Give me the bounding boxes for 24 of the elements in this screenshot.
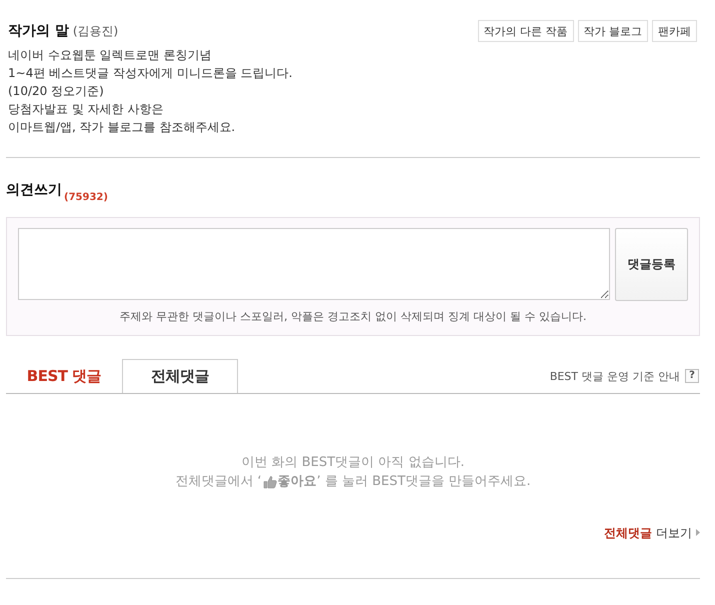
empty-message: 전체댓글에서 ‘ (175, 473, 262, 491)
comment-field[interactable] (18, 228, 610, 300)
section-title: 작가의 말 (8, 22, 69, 40)
section-title: 의견쓰기 (6, 181, 62, 199)
comment-count: (75932) (64, 192, 108, 204)
notice-text: 주제와 무관한 댓글이나 스포일러, 악플은 경고조치 없이 삭제되며 징계 대상이 될 수 있습니다. (118, 309, 588, 325)
note-line: 네이버 수요웹툰 일렉트로맨 론칭기념 (8, 47, 212, 64)
submit-button[interactable]: 댓글등록 (615, 228, 688, 301)
help-button[interactable]: ? (685, 369, 699, 383)
header-button[interactable]: 작가 블로그 (578, 20, 648, 42)
more-comments-link[interactable]: 전체댓글 더보기 (604, 525, 700, 541)
note-line: 1~4편 베스트댓글 작성자에게 미니드론을 드립니다. (8, 65, 292, 82)
thumbs-up-icon (262, 474, 277, 488)
arrow-icon (696, 529, 700, 536)
tab[interactable]: 전체댓글 (122, 359, 238, 393)
note-line: 당첨자발표 및 자세한 사항은 (8, 101, 164, 118)
guide-link[interactable]: BEST 댓글 운영 기준 안내 (550, 368, 680, 384)
author-name: (김용진) (72, 23, 118, 40)
empty-message: 좋아요’ 를 눌러 BEST댓글을 만들어주세요. (278, 473, 531, 491)
note-line: 이마트웹/앱, 작가 블로그를 참조해주세요. (8, 119, 236, 136)
note-line: (10/20 정오기준) (8, 83, 104, 100)
header-button[interactable]: 작가의 다른 작품 (478, 20, 574, 42)
header-button[interactable]: 팬카페 (652, 20, 697, 42)
empty-message: 이번 화의 BEST댓글이 아직 없습니다. (242, 454, 464, 472)
